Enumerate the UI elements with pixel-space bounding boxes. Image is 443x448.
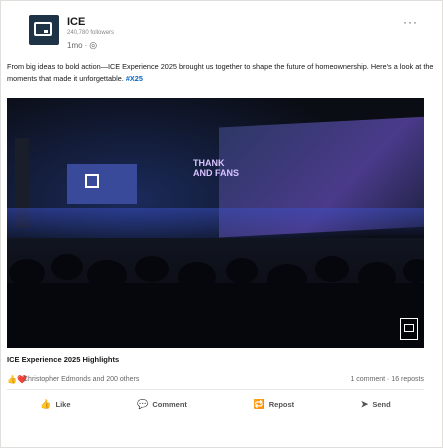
logo-dot xyxy=(44,30,48,33)
watermark-inner xyxy=(404,324,414,332)
comment-repost-stats[interactable]: 1 comment · 16 reposts xyxy=(350,376,424,383)
side-screen xyxy=(67,164,137,204)
post-body: From big ideas to bold action—ICE Experi… xyxy=(7,62,434,83)
media-caption[interactable]: ICE Experience 2025 Highlights xyxy=(7,355,424,373)
more-options-icon[interactable]: ··· xyxy=(403,15,418,29)
action-bar: 👍 Like 💬 Comment 🔁 Repost ➤ Send xyxy=(7,393,424,415)
comment-label: Comment xyxy=(152,399,187,409)
watermark-logo-icon xyxy=(400,318,418,340)
screen-text: THANK AND FANS xyxy=(193,158,240,178)
social-counts: 👍❤️ Christopher Edmonds and 200 others 1… xyxy=(7,373,424,387)
like-button[interactable]: 👍 Like xyxy=(34,397,76,412)
send-label: Send xyxy=(372,399,391,409)
repost-icon: 🔁 xyxy=(253,398,265,409)
send-button[interactable]: ➤ Send xyxy=(355,397,397,412)
author-name[interactable]: ICE xyxy=(67,16,85,28)
globe-icon: ◎ xyxy=(89,40,98,50)
post-card: ICE 240,780 followers 1mo · ◎ ··· From b… xyxy=(0,0,443,448)
repost-label: Repost xyxy=(268,399,295,409)
post-time: 1mo xyxy=(67,41,83,50)
divider xyxy=(7,389,424,390)
side-screen-logo-icon xyxy=(85,174,99,188)
post-media[interactable]: THANK AND FANS xyxy=(7,98,424,348)
audience-heads xyxy=(7,254,424,348)
comment-icon: 💬 xyxy=(137,398,149,409)
company-logo[interactable] xyxy=(29,15,59,45)
logo-icon xyxy=(34,22,52,36)
reactors-text[interactable]: Christopher Edmonds and 200 others xyxy=(23,376,139,383)
hashtag-link[interactable]: #X25 xyxy=(126,74,143,83)
post-header: ICE 240,780 followers 1mo · ◎ ··· xyxy=(29,15,424,55)
followers-count: 240,780 followers xyxy=(67,30,115,36)
comment-button[interactable]: 💬 Comment xyxy=(131,397,193,412)
repost-button[interactable]: 🔁 Repost xyxy=(248,397,301,412)
post-meta: 1mo · ◎ xyxy=(67,40,97,51)
like-label: Like xyxy=(55,399,71,409)
like-icon: 👍 xyxy=(40,398,52,409)
post-text: From big ideas to bold action—ICE Experi… xyxy=(7,61,437,85)
send-icon: ➤ xyxy=(360,398,369,409)
separator: · xyxy=(84,41,88,50)
